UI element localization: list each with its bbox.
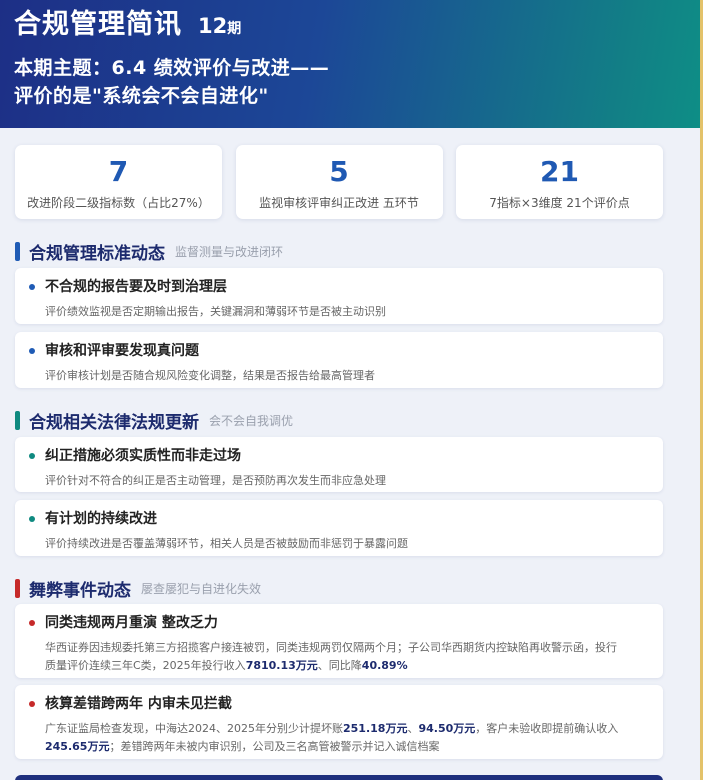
news-card-title-text: 核算差错跨两年 内审未见拦截: [45, 696, 232, 712]
theme-line-2: 评价的是"系统会不会自进化": [14, 85, 269, 107]
bullet-dot-icon: [29, 701, 35, 707]
desc-text: 广东证监局检查发现，中海达2024、2025年分别少计提坏账: [45, 722, 343, 735]
bullet-dot-icon: [29, 348, 35, 354]
bullet-dot-icon: [29, 453, 35, 459]
section-title: 合规管理标准动态: [29, 244, 165, 264]
news-card-desc: 评价持续改进是否覆盖薄弱环节，相关人员是否被鼓励而非惩罚于暴露问题: [45, 537, 408, 550]
news-card-title: 纠正措施必须实质性而非走过场: [29, 447, 649, 465]
news-card-title: 有计划的持续改进: [29, 510, 649, 528]
issue-theme: 本期主题：6.4 绩效评价与改进—— 评价的是"系统会不会自进化": [14, 54, 686, 110]
news-card-desc: 评价绩效监视是否定期输出报告，关键漏洞和薄弱环节是否被主动识别: [45, 305, 386, 318]
stat-label: 监视审核评审纠正改进 五环节: [259, 196, 419, 210]
news-card: 同类违规两月重演 整改乏力 华西证券因违规委托第三方招揽客户接连被罚，同类违规两…: [15, 604, 663, 678]
section-subtitle: 屡查屡犯与自进化失效: [141, 582, 262, 596]
bullet-dot-icon: [29, 620, 35, 626]
stat-value: 21: [540, 155, 579, 188]
stat-card: 21 7指标×3维度 21个评价点: [456, 145, 663, 219]
desc-line: 245.65万元；差错跨两年未被内审识别，公司及三名高管被警示并记入诚信档案: [45, 738, 649, 756]
bullet-dot-icon: [29, 516, 35, 522]
header-banner: 合规管理简讯 12期 本期主题：6.4 绩效评价与改进—— 评价的是"系统会不会…: [0, 0, 700, 128]
desc-line: 广东证监局检查发现，中海达2024、2025年分别少计提坏账251.18万元、9…: [45, 720, 649, 738]
section-title: 合规相关法律法规更新: [29, 413, 199, 433]
newsletter-page: 合规管理简讯 12期 本期主题：6.4 绩效评价与改进—— 评价的是"系统会不会…: [0, 0, 700, 780]
desc-text: 、同比降: [317, 659, 362, 672]
bullet-dot-icon: [29, 284, 35, 290]
section-header-fraud: 舞弊事件动态 屡查屡犯与自进化失效: [15, 576, 261, 601]
news-card-title-text: 同类违规两月重演 整改乏力: [45, 615, 218, 631]
news-card-desc: 评价针对不符合的纠正是否主动管理，是否预防再次发生而非应急处理: [45, 474, 386, 487]
news-card-title: 不合规的报告要及时到治理层: [29, 278, 649, 296]
highlight-value: 7810.13万元: [245, 659, 318, 672]
news-card: 有计划的持续改进 评价持续改进是否覆盖薄弱环节，相关人员是否被鼓励而非惩罚于暴露…: [15, 500, 663, 556]
desc-text: ，客户未验收即提前确认收入: [475, 722, 619, 735]
stat-card: 7 改进阶段二级指标数（占比27%）: [15, 145, 222, 219]
stat-value: 7: [108, 155, 129, 188]
highlight-value: 251.18万元: [343, 722, 408, 735]
issue-number-value: 12: [198, 14, 228, 38]
news-card-title: 同类违规两月重演 整改乏力: [29, 614, 649, 632]
section-subtitle: 监督测量与改进闭环: [175, 245, 284, 259]
stat-card: 5 监视审核评审纠正改进 五环节: [235, 145, 443, 219]
news-card: 纠正措施必须实质性而非走过场 评价针对不符合的纠正是否主动管理，是否预防再次发生…: [15, 437, 663, 492]
news-card-title-text: 审核和评审要发现真问题: [45, 343, 199, 359]
theme-line-1: 本期主题：6.4 绩效评价与改进——: [14, 57, 330, 79]
section-header-standards: 合规管理标准动态 监督测量与改进闭环: [15, 239, 283, 264]
desc-line: 质量评价连续三年C类，2025年投行收入7810.13万元、同比降40.89%: [45, 657, 649, 675]
news-card-title: 核算差错跨两年 内审未见拦截: [29, 695, 649, 713]
newsletter-title: 合规管理简讯: [14, 9, 182, 40]
page-edge: [700, 0, 712, 780]
news-card-title-text: 纠正措施必须实质性而非走过场: [45, 448, 241, 464]
highlight-value: 245.65万元: [45, 740, 110, 753]
gold-edge-bar: [700, 0, 703, 780]
section-subtitle: 会不会自我调优: [209, 414, 294, 428]
section-accent-bar: [15, 411, 20, 430]
news-card-desc: 评价审核计划是否随合规风险变化调整，结果是否报告给最高管理者: [45, 369, 375, 382]
desc-line: 华西证券因违规委托第三方招揽客户接连被罚，同类违规两罚仅隔两个月；子公司华西期货…: [45, 641, 617, 654]
issue-number: 12期: [198, 14, 241, 38]
section-title: 舞弊事件动态: [29, 581, 131, 601]
stat-label: 改进阶段二级指标数（占比27%）: [27, 196, 210, 210]
highlight-value: 94.50万元: [418, 722, 476, 735]
news-card-desc: 华西证券因违规委托第三方招揽客户接连被罚，同类违规两罚仅隔两个月；子公司华西期货…: [45, 639, 649, 675]
news-card: 审核和评审要发现真问题 评价审核计划是否随合规风险变化调整，结果是否报告给最高管…: [15, 332, 663, 388]
stat-label: 7指标×3维度 21个评价点: [489, 196, 630, 210]
title-row: 合规管理简讯 12期: [14, 2, 686, 42]
footer-band: [15, 775, 663, 780]
news-card-title: 审核和评审要发现真问题: [29, 342, 649, 360]
issue-suffix: 期: [227, 21, 242, 37]
news-card: 核算差错跨两年 内审未见拦截 广东证监局检查发现，中海达2024、2025年分别…: [15, 685, 663, 759]
stats-row: 7 改进阶段二级指标数（占比27%） 5 监视审核评审纠正改进 五环节 21 7…: [15, 145, 663, 219]
stat-value: 5: [329, 155, 349, 188]
highlight-value: 40.89%: [361, 659, 408, 672]
news-card: 不合规的报告要及时到治理层 评价绩效监视是否定期输出报告，关键漏洞和薄弱环节是否…: [15, 268, 663, 324]
section-header-laws: 合规相关法律法规更新 会不会自我调优: [15, 408, 293, 433]
news-card-desc: 广东证监局检查发现，中海达2024、2025年分别少计提坏账251.18万元、9…: [45, 720, 649, 756]
desc-text: 质量评价连续三年C类，2025年投行收入: [45, 659, 246, 672]
news-card-title-text: 有计划的持续改进: [45, 511, 157, 527]
desc-text: ；差错跨两年未被内审识别，公司及三名高管被警示并记入诚信档案: [109, 740, 440, 753]
section-accent-bar: [15, 579, 20, 598]
section-accent-bar: [15, 242, 20, 261]
news-card-title-text: 不合规的报告要及时到治理层: [45, 279, 227, 295]
desc-text: 、: [407, 722, 419, 735]
